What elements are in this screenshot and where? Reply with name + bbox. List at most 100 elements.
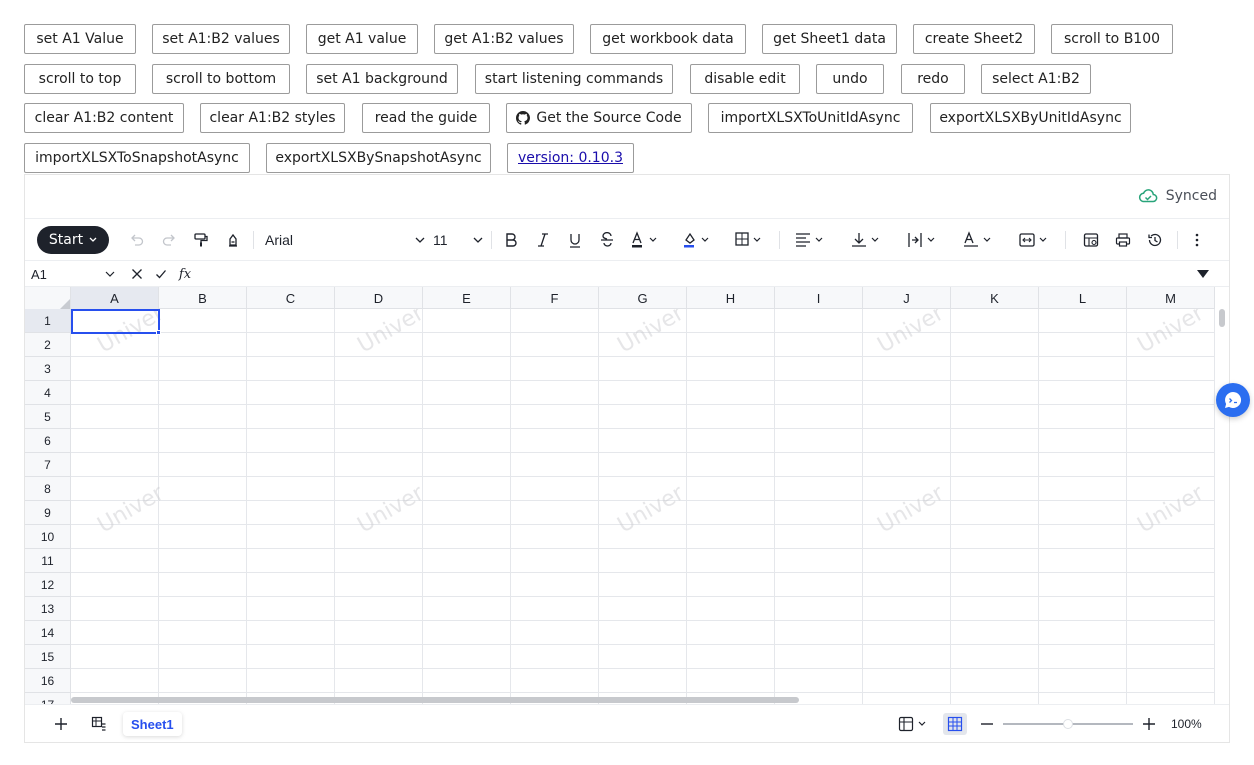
row-header-1[interactable]: 1 (25, 309, 71, 333)
version-link[interactable]: version: 0.10.3 (507, 143, 634, 173)
redo-button[interactable]: redo (901, 64, 965, 94)
row-header-14[interactable]: 14 (25, 621, 71, 645)
sheet-grid[interactable]: Univer Univer Univer Univer Univer Univer Univ… (25, 287, 1215, 705)
export-xlsx-by-snapshot-button[interactable]: exportXLSXBySnapshotAsync (266, 143, 491, 173)
column-header-l[interactable]: L (1039, 287, 1127, 309)
row-header-4[interactable]: 4 (25, 381, 71, 405)
row-header-9[interactable]: 9 (25, 501, 71, 525)
border-tool[interactable] (729, 219, 769, 261)
column-header-i[interactable]: I (775, 287, 863, 309)
column-header-d[interactable]: D (335, 287, 423, 309)
get-a1-value-button[interactable]: get A1 value (306, 24, 418, 54)
column-header-c[interactable]: C (247, 287, 335, 309)
row-header-6[interactable]: 6 (25, 429, 71, 453)
add-sheet-button[interactable] (49, 705, 73, 742)
format-painter-tool[interactable] (189, 219, 213, 261)
row-header-11[interactable]: 11 (25, 549, 71, 573)
clear-a1-b2-content-button[interactable]: clear A1:B2 content (24, 103, 184, 133)
start-menu-button[interactable]: Start (37, 226, 109, 254)
row-header-3[interactable]: 3 (25, 357, 71, 381)
set-a1-background-button[interactable]: set A1 background (306, 64, 458, 94)
sheet-list-button[interactable] (87, 705, 111, 742)
cancel-edit-button[interactable] (129, 261, 145, 287)
zoom-out-button[interactable] (977, 705, 997, 742)
data-validation-tool[interactable] (1079, 219, 1103, 261)
row-header-10[interactable]: 10 (25, 525, 71, 549)
active-cell-selection[interactable] (71, 309, 160, 334)
zoom-level[interactable]: 100% (1171, 705, 1202, 742)
start-listening-commands-button[interactable]: start listening commands (475, 64, 673, 94)
vertical-align-tool[interactable] (845, 219, 887, 261)
sheet-tab-sheet1[interactable]: Sheet1 (123, 712, 182, 736)
row-header-8[interactable]: 8 (25, 477, 71, 501)
read-the-guide-button[interactable]: read the guide (362, 103, 490, 133)
fill-color-tool[interactable] (677, 219, 717, 261)
get-sheet1-data-button[interactable]: get Sheet1 data (762, 24, 897, 54)
strikethrough-tool[interactable] (595, 219, 619, 261)
column-header-j[interactable]: J (863, 287, 951, 309)
row-header-7[interactable]: 7 (25, 453, 71, 477)
column-header-h[interactable]: H (687, 287, 775, 309)
column-header-e[interactable]: E (423, 287, 511, 309)
scroll-to-b100-button[interactable]: scroll to B100 (1051, 24, 1173, 54)
clear-format-tool[interactable] (221, 219, 245, 261)
horizontal-scrollbar[interactable] (71, 697, 799, 703)
autofill-handle[interactable] (156, 330, 161, 335)
column-header-m[interactable]: M (1127, 287, 1215, 309)
italic-tool[interactable] (531, 219, 555, 261)
gridlines-toggle[interactable] (943, 713, 967, 735)
row-header-2[interactable]: 2 (25, 333, 71, 357)
import-xlsx-to-unit-id-button[interactable]: importXLSXToUnitIdAsync (708, 103, 913, 133)
font-family-select[interactable]: Arial (265, 219, 425, 261)
scroll-to-bottom-button[interactable]: scroll to bottom (152, 64, 290, 94)
undo-tool[interactable] (125, 219, 149, 261)
column-header-k[interactable]: K (951, 287, 1039, 309)
create-sheet2-button[interactable]: create Sheet2 (913, 24, 1035, 54)
set-a1-b2-values-button[interactable]: set A1:B2 values (152, 24, 290, 54)
check-icon (156, 270, 166, 279)
freeze-panes-button[interactable] (893, 705, 933, 742)
redo-tool[interactable] (157, 219, 181, 261)
bold-tool[interactable] (499, 219, 523, 261)
font-color-tool[interactable] (625, 219, 665, 261)
column-header-g[interactable]: G (599, 287, 687, 309)
clear-a1-b2-styles-button[interactable]: clear A1:B2 styles (200, 103, 345, 133)
confirm-edit-button[interactable] (153, 261, 169, 287)
text-rotate-tool[interactable] (957, 219, 999, 261)
set-a1-value-button[interactable]: set A1 Value (24, 24, 136, 54)
select-all-corner[interactable] (25, 287, 71, 309)
font-size-select[interactable]: 11 (433, 219, 483, 261)
get-a1-b2-values-button[interactable]: get A1:B2 values (434, 24, 574, 54)
column-header-a[interactable]: A (71, 287, 159, 309)
print-tool[interactable] (1111, 219, 1135, 261)
row-header-16[interactable]: 16 (25, 669, 71, 693)
more-tools-button[interactable] (1185, 219, 1209, 261)
undo-button[interactable]: undo (816, 64, 884, 94)
column-header-f[interactable]: F (511, 287, 599, 309)
zoom-slider-handle[interactable] (1063, 719, 1073, 729)
scroll-to-top-button[interactable]: scroll to top (24, 64, 136, 94)
row-header-15[interactable]: 15 (25, 645, 71, 669)
import-xlsx-to-snapshot-button[interactable]: importXLSXToSnapshotAsync (24, 143, 250, 173)
get-source-code-button[interactable]: Get the Source Code (506, 103, 692, 133)
zoom-in-button[interactable] (1139, 705, 1159, 742)
get-workbook-data-button[interactable]: get workbook data (590, 24, 746, 54)
floating-assistant-button[interactable] (1216, 383, 1250, 417)
select-a1-b2-button[interactable]: select A1:B2 (981, 64, 1091, 94)
function-button[interactable]: fx (177, 261, 193, 287)
text-wrap-tool[interactable] (901, 219, 943, 261)
cell-reference-box[interactable]: A1 (31, 261, 121, 287)
underline-tool[interactable] (563, 219, 587, 261)
expand-formula-button[interactable] (1193, 261, 1213, 287)
row-header-5[interactable]: 5 (25, 405, 71, 429)
column-header-b[interactable]: B (159, 287, 247, 309)
horizontal-align-tool[interactable] (789, 219, 831, 261)
vertical-scrollbar[interactable] (1219, 309, 1225, 327)
row-header-13[interactable]: 13 (25, 597, 71, 621)
merge-cells-tool[interactable] (1013, 219, 1055, 261)
export-xlsx-by-unit-id-button[interactable]: exportXLSXByUnitIdAsync (930, 103, 1131, 133)
history-tool[interactable] (1143, 219, 1167, 261)
align-bottom-icon (852, 233, 879, 247)
disable-edit-button[interactable]: disable edit (690, 64, 800, 94)
row-header-12[interactable]: 12 (25, 573, 71, 597)
